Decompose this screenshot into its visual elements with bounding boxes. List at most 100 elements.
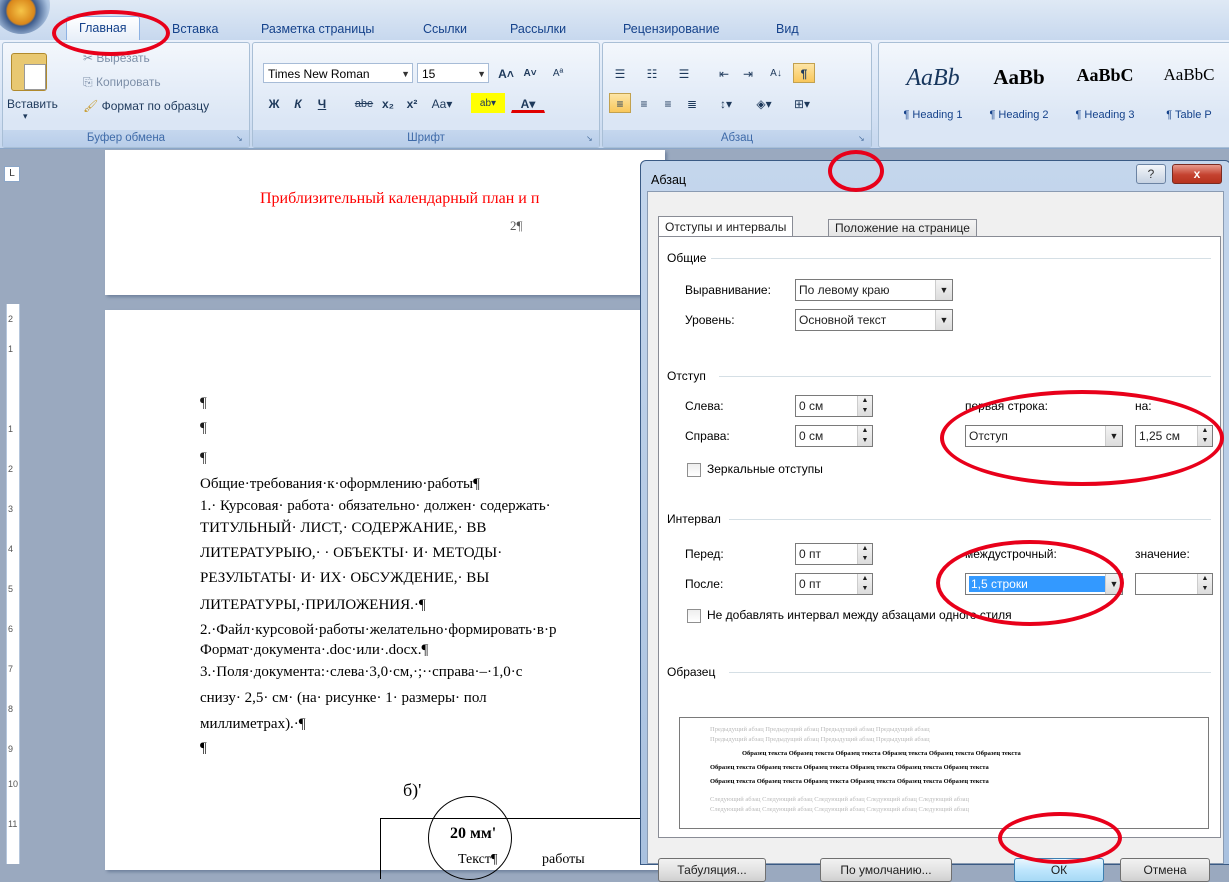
first-line-select[interactable]: Отступ ▼	[965, 425, 1123, 447]
indent-left-input[interactable]: 0 см ▲ ▼	[795, 395, 873, 417]
show-marks-icon[interactable]: ¶	[793, 63, 815, 83]
tab-page-layout[interactable]: Разметка страницы	[261, 18, 374, 40]
strikethrough-icon[interactable]: abe	[353, 93, 375, 113]
spinner-icon[interactable]: ▲ ▼	[857, 396, 872, 416]
figure-label: б)'	[403, 780, 422, 800]
chevron-down-icon: ▼	[477, 69, 486, 79]
doc-line: миллиметрах).·¶	[200, 716, 306, 732]
subscript-icon[interactable]: x₂	[377, 93, 399, 113]
mirror-indents-checkbox[interactable]	[687, 463, 701, 477]
clipboard-launcher-icon[interactable]: ↘	[236, 134, 246, 144]
doc-line: 2.·Файл·курсовой·работы·желательно·форми…	[200, 622, 557, 638]
tab-review[interactable]: Рецензирование	[623, 18, 720, 40]
paste-icon[interactable]	[11, 53, 47, 91]
pilcrow: ¶	[200, 450, 207, 466]
decrease-indent-icon[interactable]: ⇤	[713, 63, 735, 83]
font-launcher-icon[interactable]: ↘	[586, 134, 596, 144]
indent-section-title: Отступ	[667, 369, 706, 383]
section-divider	[711, 258, 1211, 259]
underline-icon[interactable]: Ч	[311, 93, 333, 113]
pilcrow: ¶	[200, 420, 207, 436]
font-size-select[interactable]: 15 ▼	[417, 63, 489, 83]
no-space-same-style-checkbox[interactable]	[687, 609, 701, 623]
tab-home[interactable]: Главная	[66, 16, 140, 41]
first-line-label: первая строка:	[965, 399, 1048, 413]
ruler-toggle-icon[interactable]: L	[4, 166, 20, 182]
indent-right-label: Справа:	[685, 429, 730, 443]
clear-format-icon[interactable]: Aª	[547, 63, 569, 83]
font-family-select[interactable]: Times New Roman ▼	[263, 63, 413, 83]
change-case-icon[interactable]: Aa▾	[427, 93, 457, 113]
alignment-label: Выравнивание:	[685, 283, 771, 297]
general-section-title: Общие	[667, 251, 707, 265]
align-left-icon[interactable]: ≡	[609, 93, 631, 113]
shrink-font-icon[interactable]: A˅	[519, 63, 541, 83]
grow-font-icon[interactable]: A˄	[495, 63, 517, 83]
tab-references[interactable]: Ссылки	[423, 18, 467, 40]
spinner-icon[interactable]: ▲ ▼	[1197, 574, 1212, 594]
increase-indent-icon[interactable]: ⇥	[737, 63, 759, 83]
indent-by-input[interactable]: 1,25 см ▲ ▼	[1135, 425, 1213, 447]
page-number: 2¶	[510, 218, 523, 233]
space-after-input[interactable]: 0 пт ▲ ▼	[795, 573, 873, 595]
tab-view[interactable]: Вид	[776, 18, 799, 40]
tab-indents-spacing[interactable]: Отступы и интервалы	[658, 216, 794, 237]
spinner-icon[interactable]: ▲ ▼	[857, 426, 872, 446]
tabs-button[interactable]: Табуляция...	[658, 858, 766, 882]
spinner-icon[interactable]: ▲ ▼	[857, 574, 872, 594]
align-center-icon[interactable]: ≡	[633, 93, 655, 113]
align-right-icon[interactable]: ≡	[657, 93, 679, 113]
paste-button[interactable]: Вставить	[7, 97, 58, 111]
style-heading-2[interactable]: AaBb ¶ Heading 2	[977, 61, 1061, 123]
style-table-p[interactable]: AaBbC ¶ Table P	[1149, 61, 1229, 123]
font-group-label: Шрифт	[253, 130, 599, 147]
help-button[interactable]: ?	[1136, 164, 1166, 184]
bullets-icon[interactable]: ☰	[609, 63, 631, 83]
ok-button[interactable]: ОК	[1014, 858, 1104, 882]
preview-sample-line: Образец текста Образец текста Образец те…	[742, 750, 1021, 757]
doc-line: 3.·Поля·документа:·слева·3,0·см,·;··спра…	[200, 664, 523, 680]
preview-prev-line: Предыдущий абзац Предыдущий абзац Предыд…	[710, 726, 930, 733]
multilevel-list-icon[interactable]: ☰	[673, 63, 695, 83]
clipboard-label-text: Буфер обмена	[86, 132, 166, 144]
level-select[interactable]: Основной текст ▼	[795, 309, 953, 331]
line-spacing-icon[interactable]: ↕▾	[711, 93, 741, 113]
paste-dropdown-icon[interactable]: ▾	[23, 111, 28, 122]
spinner-icon[interactable]: ▲ ▼	[857, 544, 872, 564]
font-color-icon[interactable]: A▾	[511, 93, 545, 113]
shading-icon[interactable]: ◈▾	[747, 93, 781, 113]
doc-line: ТИТУЛЬНЫЙ· ЛИСТ,· СОДЕРЖАНИЕ,· ВВ	[200, 520, 487, 536]
style-heading-3[interactable]: AaBbC ¶ Heading 3	[1063, 61, 1147, 123]
sort-icon[interactable]: A↓	[765, 63, 787, 83]
close-button[interactable]: x	[1172, 164, 1222, 184]
tab-mailings[interactable]: Рассылки	[510, 18, 566, 40]
spinner-icon[interactable]: ▲ ▼	[1197, 426, 1212, 446]
paragraph-group-label: Абзац	[603, 130, 871, 147]
paragraph-launcher-icon[interactable]: ↘	[858, 134, 868, 144]
line-spacing-select[interactable]: 1,5 строки ▼	[965, 573, 1123, 595]
numbering-icon[interactable]: ☷	[641, 63, 663, 83]
tab-line-page-breaks[interactable]: Положение на странице	[828, 219, 977, 237]
office-button[interactable]	[0, 0, 50, 34]
alignment-select[interactable]: По левому краю ▼	[795, 279, 953, 301]
spacing-at-input[interactable]: ▲ ▼	[1135, 573, 1213, 595]
cancel-button[interactable]: Отмена	[1120, 858, 1210, 882]
highlight-icon[interactable]: ab▾	[471, 93, 505, 113]
justify-icon[interactable]: ≣	[681, 93, 703, 113]
italic-icon[interactable]: К	[287, 93, 309, 113]
copy-button[interactable]: ⎘ Копировать	[83, 75, 161, 90]
document-page-2[interactable]: ¶ ¶ ¶ Общие·требования·к·оформлению·рабо…	[105, 310, 667, 880]
bold-icon[interactable]: Ж	[263, 93, 285, 113]
doc-line: ЛИТЕРАТУРЫЮ,· · ОБЪЕКТЫ· И· МЕТОДЫ·	[200, 545, 503, 561]
set-default-button[interactable]: По умолчанию...	[820, 858, 952, 882]
preview-section-title: Образец	[667, 665, 716, 679]
borders-icon[interactable]: ⊞▾	[785, 93, 819, 113]
style-heading-1[interactable]: AaBb ¶ Heading 1	[891, 61, 975, 123]
superscript-icon[interactable]: x²	[401, 93, 423, 113]
indent-right-input[interactable]: 0 см ▲ ▼	[795, 425, 873, 447]
doc-line: 1.· Курсовая· работа· обязательно· долже…	[200, 498, 551, 514]
tab-insert[interactable]: Вставка	[172, 18, 218, 40]
space-before-input[interactable]: 0 пт ▲ ▼	[795, 543, 873, 565]
format-painter-button[interactable]: 🖌 Формат по образцу	[83, 99, 209, 113]
cut-button[interactable]: ✂ Вырезать	[83, 51, 150, 65]
